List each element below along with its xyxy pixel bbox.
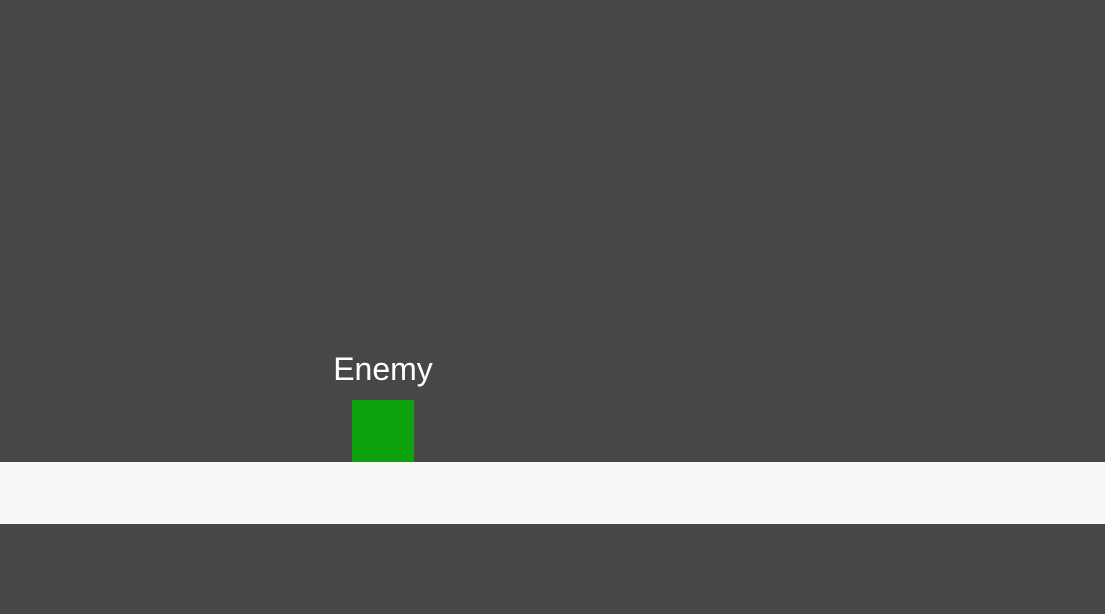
ground-platform [0,462,1105,524]
enemy-name-label: Enemy [333,351,433,387]
enemy-sprite [352,400,414,462]
game-scene: Enemy [0,0,1105,614]
